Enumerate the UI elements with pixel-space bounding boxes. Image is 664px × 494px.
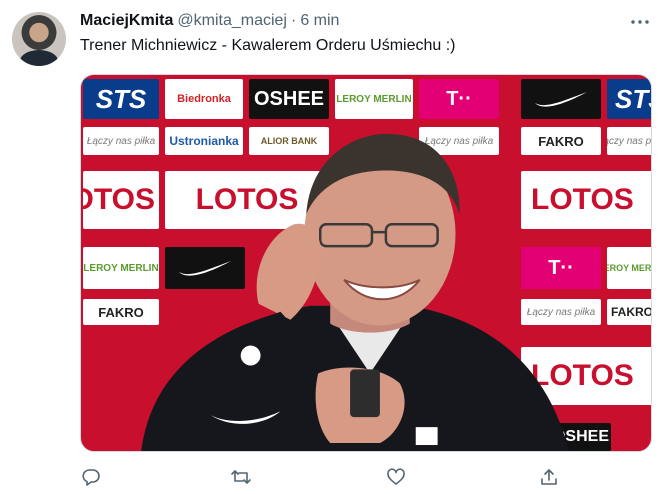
separator-dot: · xyxy=(290,12,297,29)
tweet-actions xyxy=(80,466,560,490)
author-name[interactable]: MaciejKmita xyxy=(80,12,173,30)
tweet-timestamp[interactable]: 6 min xyxy=(300,12,339,30)
more-options-icon[interactable] xyxy=(628,12,652,32)
like-icon[interactable] xyxy=(385,466,407,488)
share-icon[interactable] xyxy=(538,466,560,488)
avatar-figure xyxy=(20,50,58,66)
coach-figure xyxy=(141,133,569,451)
author-handle[interactable]: @kmita_maciej xyxy=(177,12,287,30)
tweet-photo[interactable]: STS Biedronka OSHEE LEROY MERLIN T·· STS… xyxy=(80,74,652,452)
reply-icon[interactable] xyxy=(80,466,102,488)
tweet-text: Trener Michniewicz - Kawalerem Orderu Uś… xyxy=(80,37,456,54)
author-avatar[interactable] xyxy=(12,12,66,66)
tweet-header: MaciejKmita @kmita_maciej · 6 min xyxy=(80,12,339,32)
retweet-icon[interactable] xyxy=(230,466,252,488)
